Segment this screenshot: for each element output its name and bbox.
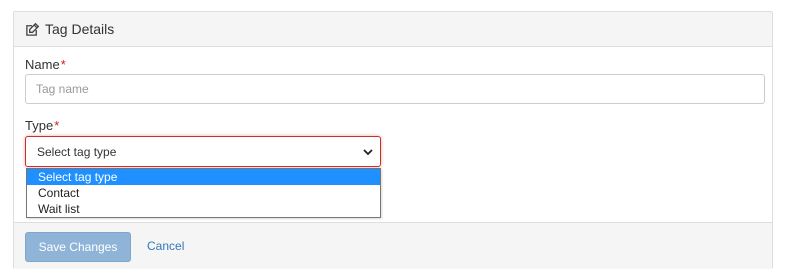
tag-type-select[interactable]: Select tag type — [25, 136, 381, 167]
dropdown-option[interactable]: Select tag type — [27, 169, 380, 185]
tag-type-selected-value: Select tag type — [37, 144, 117, 159]
panel-body: Name* Type* Select tag type Select tag t… — [14, 47, 772, 222]
tag-details-panel: Tag Details Name* Type* Select tag type … — [13, 11, 773, 269]
name-label-text: Name — [25, 57, 60, 72]
name-label: Name* — [25, 57, 66, 72]
tag-name-input[interactable] — [25, 74, 765, 104]
panel-heading: Tag Details — [14, 12, 772, 47]
type-label: Type* — [25, 118, 59, 133]
dropdown-option[interactable]: Contact — [27, 185, 380, 201]
required-marker: * — [60, 57, 66, 72]
tag-type-dropdown-list: Select tag type Contact Wait list — [26, 168, 381, 218]
required-marker: * — [54, 118, 60, 133]
type-label-text: Type — [25, 118, 54, 133]
chevron-down-icon — [363, 149, 373, 156]
panel-title: Tag Details — [45, 21, 115, 37]
edit-icon — [24, 21, 40, 37]
panel-footer: Save Changes Cancel — [14, 222, 772, 269]
save-changes-button[interactable]: Save Changes — [25, 232, 131, 262]
cancel-link[interactable]: Cancel — [147, 239, 184, 253]
dropdown-option[interactable]: Wait list — [27, 201, 380, 217]
